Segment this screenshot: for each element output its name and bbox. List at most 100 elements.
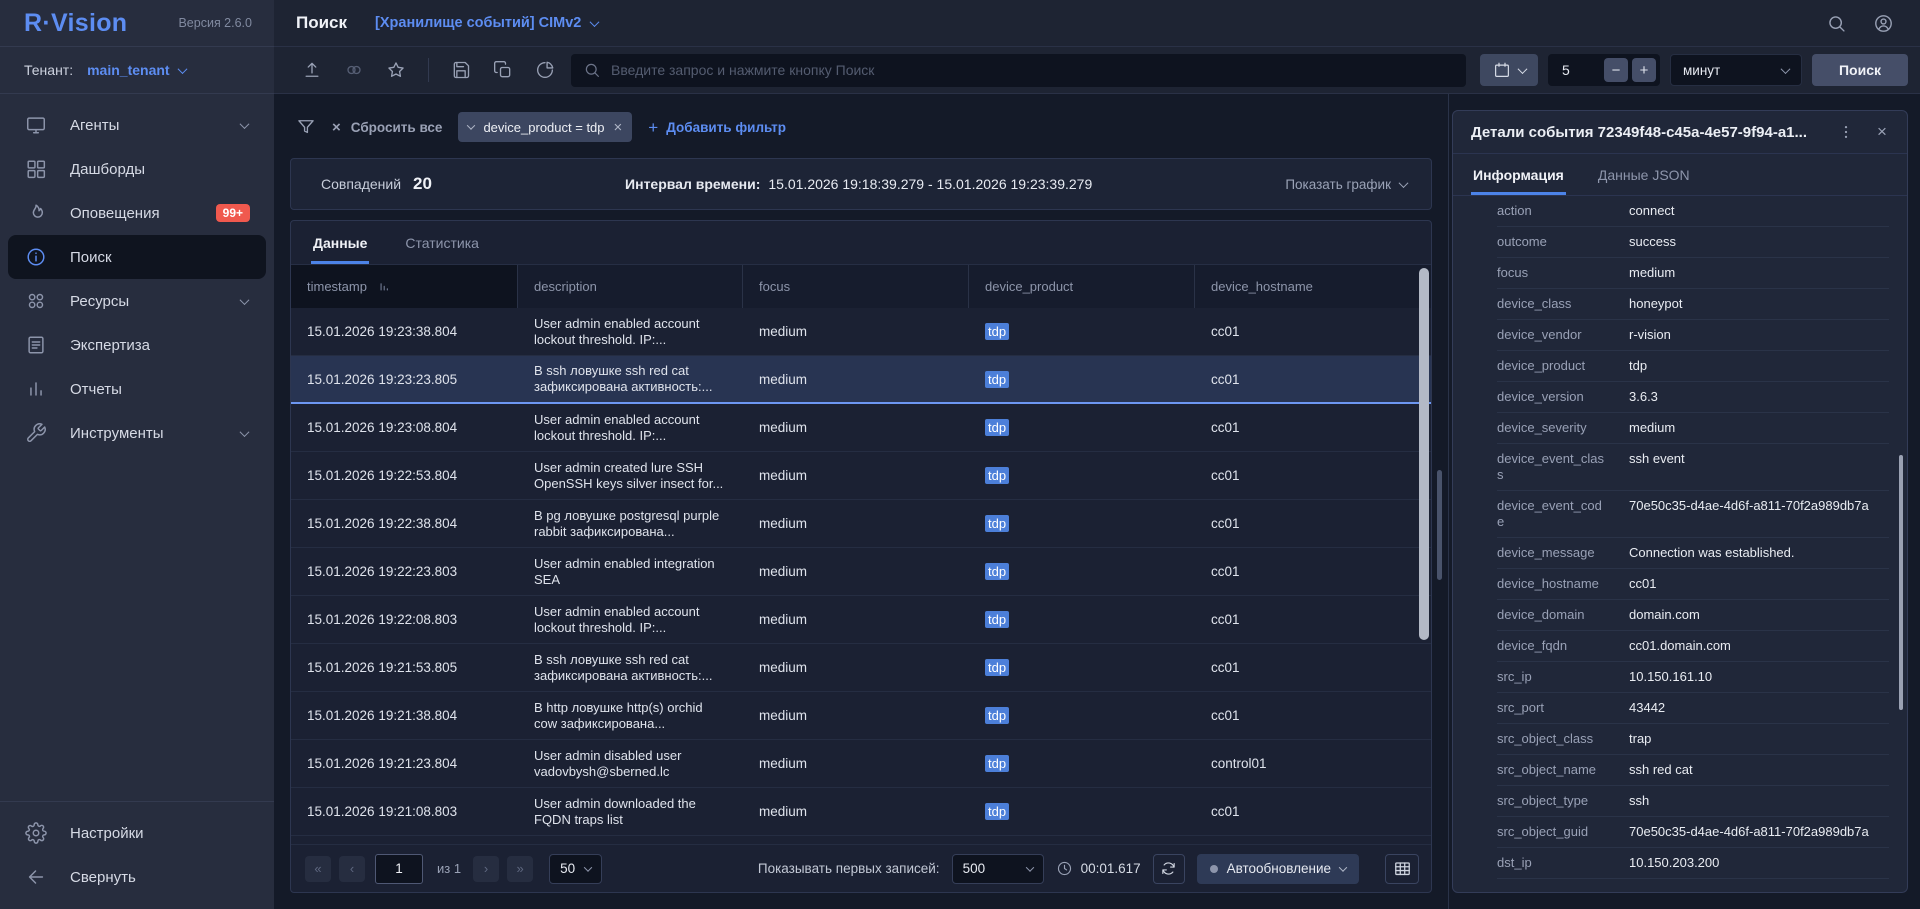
export-button[interactable] xyxy=(296,54,328,86)
page-number-input[interactable]: 1 xyxy=(375,854,423,884)
close-icon[interactable]: × xyxy=(1869,119,1895,145)
sidebar-item-dashboards[interactable]: Дашборды xyxy=(8,147,266,191)
table-row[interactable]: 15.01.2026 19:22:23.803 User admin enabl… xyxy=(291,548,1431,596)
field-value: 3.6.3 xyxy=(1629,389,1658,405)
tab-statistics[interactable]: Статистика xyxy=(403,221,481,264)
details-field-row: action connect xyxy=(1497,196,1889,227)
table-row[interactable]: 15.01.2026 19:23:08.804 User admin enabl… xyxy=(291,404,1431,452)
clear-all-filters-button[interactable]: × Сбросить все xyxy=(332,120,442,135)
table-row[interactable]: 15.01.2026 19:21:38.804 В http ловушке h… xyxy=(291,692,1431,740)
cell-timestamp: 15.01.2026 19:21:23.804 xyxy=(291,740,518,787)
cell-description: User admin enabled integration SEA xyxy=(518,548,743,595)
funnel-icon[interactable] xyxy=(296,117,316,137)
autorefresh-toggle[interactable]: Автообновление xyxy=(1197,854,1359,884)
storage-selector[interactable]: [Хранилище событий] CIMv2 xyxy=(375,15,598,31)
field-value: ssh xyxy=(1629,793,1649,809)
column-header-focus[interactable]: focus xyxy=(743,265,969,308)
global-search-icon[interactable] xyxy=(1826,13,1847,34)
table-row[interactable]: 15.01.2026 19:21:23.804 User admin disab… xyxy=(291,740,1431,788)
monitor-icon xyxy=(25,114,47,136)
table-row[interactable]: 15.01.2026 19:22:53.804 User admin creat… xyxy=(291,452,1431,500)
tab-data[interactable]: Данные xyxy=(311,221,369,264)
user-account-icon[interactable] xyxy=(1873,13,1894,34)
tab-json-data[interactable]: Данные JSON xyxy=(1596,154,1692,195)
plus-button[interactable]: + xyxy=(1632,58,1656,82)
prev-page-button[interactable]: ‹ xyxy=(339,856,365,882)
cell-device-hostname: cc01 xyxy=(1195,548,1431,595)
remove-filter-icon[interactable]: × xyxy=(614,120,623,135)
show-first-select[interactable]: 500 xyxy=(952,854,1044,884)
save-query-button[interactable] xyxy=(445,54,477,86)
content-scrollbar[interactable] xyxy=(1437,470,1442,580)
event-details-title: Детали события 72349f48-c45a-4e57-9f94-a… xyxy=(1471,124,1823,141)
cell-device-hostname: cc01 xyxy=(1195,308,1431,355)
next-page-button[interactable]: › xyxy=(473,856,499,882)
linked-circles-icon xyxy=(344,60,364,80)
cell-device-hostname: control01 xyxy=(1195,740,1431,787)
field-value: 10.150.161.10 xyxy=(1629,669,1712,685)
close-icon: × xyxy=(332,120,341,135)
sidebar-item-settings[interactable]: Настройки xyxy=(8,811,266,855)
show-chart-toggle[interactable]: Показать график xyxy=(1285,177,1407,192)
app-logo[interactable]: R·Vision xyxy=(24,9,127,38)
column-header-description[interactable]: description xyxy=(518,265,743,308)
minus-button[interactable]: − xyxy=(1604,58,1628,82)
column-settings-button[interactable] xyxy=(1385,854,1419,884)
query-input[interactable] xyxy=(611,62,1454,78)
kebab-menu-icon[interactable] xyxy=(1833,119,1859,145)
refresh-button[interactable] xyxy=(1153,854,1185,884)
column-header-device-hostname[interactable]: device_hostname xyxy=(1195,265,1431,308)
sidebar-item-reports[interactable]: Отчеты xyxy=(8,367,266,411)
cell-description: В http ловушке http(s) orchid cow зафикс… xyxy=(518,692,743,739)
table-row[interactable]: 15.01.2026 19:23:38.804 User admin enabl… xyxy=(291,308,1431,356)
cell-device-product: tdp xyxy=(969,356,1195,402)
field-value: Connection was established. xyxy=(1629,545,1795,561)
statistics-button[interactable] xyxy=(529,54,561,86)
interval-unit-select[interactable]: минут xyxy=(1670,54,1802,86)
table-body: 15.01.2026 19:23:38.804 User admin enabl… xyxy=(291,308,1431,844)
link-query-button[interactable] xyxy=(338,54,370,86)
sidebar-item-tools[interactable]: Инструменты xyxy=(8,411,266,455)
search-submit-button[interactable]: Поиск xyxy=(1812,54,1908,86)
field-value: ssh red cat xyxy=(1629,762,1693,778)
column-header-timestamp[interactable]: timestamp xyxy=(291,265,518,308)
details-field-row: device_fqdn cc01.domain.com xyxy=(1497,631,1889,662)
cell-device-product: tdp xyxy=(969,644,1195,691)
chevron-down-icon xyxy=(177,64,187,74)
sidebar-item-expertise[interactable]: Экспертиза xyxy=(8,323,266,367)
table-row[interactable]: 15.01.2026 19:23:23.805 В ssh ловушке ss… xyxy=(291,356,1431,404)
circles-icon xyxy=(25,290,47,312)
favorite-button[interactable] xyxy=(380,54,412,86)
sidebar-item-agents[interactable]: Агенты xyxy=(8,103,266,147)
sidebar-item-search[interactable]: Поиск xyxy=(8,235,266,279)
clock-icon xyxy=(1056,860,1073,877)
sidebar-item-resources[interactable]: Ресурсы xyxy=(8,279,266,323)
table-row[interactable]: 15.01.2026 19:22:38.804 В pg ловушке pos… xyxy=(291,500,1431,548)
interval-value[interactable]: 5 xyxy=(1562,62,1600,78)
time-range-calendar-button[interactable] xyxy=(1480,54,1538,86)
table-row[interactable]: 15.01.2026 19:22:08.803 User admin enabl… xyxy=(291,596,1431,644)
interval-value-range: 15.01.2026 19:18:39.279 - 15.01.2026 19:… xyxy=(768,176,1092,192)
cell-focus: medium xyxy=(743,740,969,787)
sidebar-collapse-button[interactable]: Свернуть xyxy=(8,855,266,899)
document-icon xyxy=(25,334,47,356)
page-size-select[interactable]: 50 xyxy=(549,854,602,884)
details-field-row: src_ip 10.150.161.10 xyxy=(1497,662,1889,693)
first-page-button[interactable]: « xyxy=(305,856,331,882)
tab-information[interactable]: Информация xyxy=(1471,154,1566,195)
field-key: device_domain xyxy=(1497,607,1609,623)
table-row[interactable]: 15.01.2026 19:21:53.805 В ssh ловушке ss… xyxy=(291,644,1431,692)
sidebar-item-alerts[interactable]: Оповещения 99+ xyxy=(8,191,266,235)
filter-chip-device-product[interactable]: device_product = tdp × xyxy=(458,112,632,142)
details-scrollbar[interactable] xyxy=(1899,455,1903,710)
table-scrollbar[interactable] xyxy=(1419,268,1429,640)
column-header-device-product[interactable]: device_product xyxy=(969,265,1195,308)
table-row[interactable]: 15.01.2026 19:21:08.803 User admin downl… xyxy=(291,788,1431,836)
add-filter-button[interactable]: + Добавить фильтр xyxy=(648,119,786,136)
tenant-selector[interactable]: main_tenant xyxy=(87,62,185,78)
cell-description: User admin disabled user vadovbysh@sbern… xyxy=(518,740,743,787)
cell-device-hostname: cc01 xyxy=(1195,356,1431,402)
last-page-button[interactable]: » xyxy=(507,856,533,882)
field-key: device_fqdn xyxy=(1497,638,1609,654)
copy-query-button[interactable] xyxy=(487,54,519,86)
